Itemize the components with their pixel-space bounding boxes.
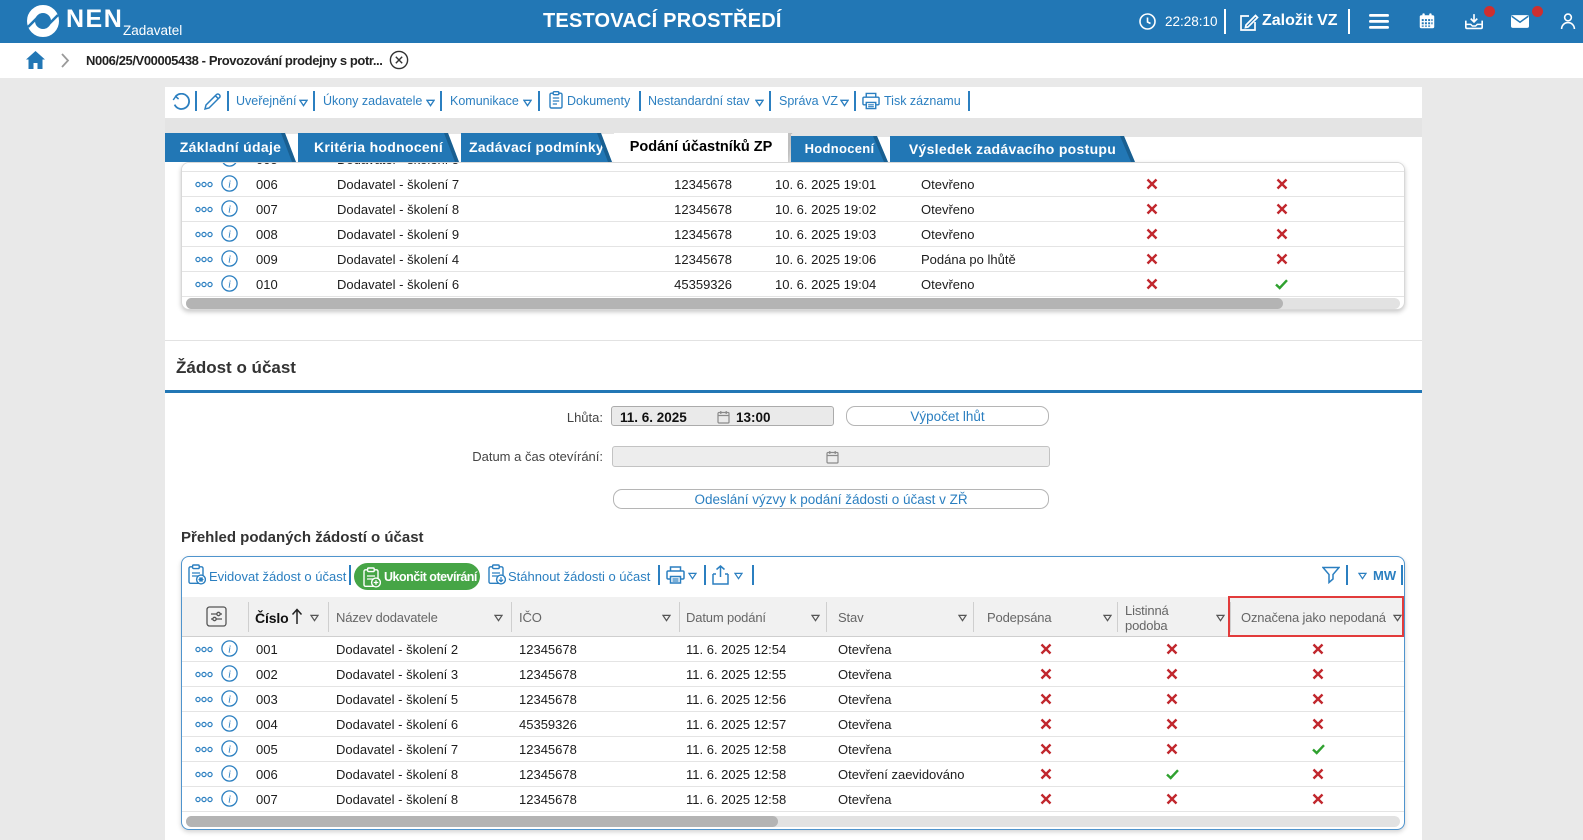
svg-text:i: i [228, 793, 231, 805]
svg-text:i: i [228, 768, 231, 780]
svg-text:i: i [228, 743, 231, 755]
svg-text:i: i [228, 254, 231, 266]
svg-text:i: i [228, 643, 231, 655]
svg-text:i: i [228, 179, 231, 191]
svg-text:i: i [228, 668, 231, 680]
svg-text:i: i [228, 718, 231, 730]
svg-text:i: i [228, 229, 231, 241]
svg-text:i: i [228, 162, 231, 166]
svg-text:i: i [228, 279, 231, 291]
svg-text:i: i [228, 204, 231, 216]
svg-text:i: i [228, 693, 231, 705]
